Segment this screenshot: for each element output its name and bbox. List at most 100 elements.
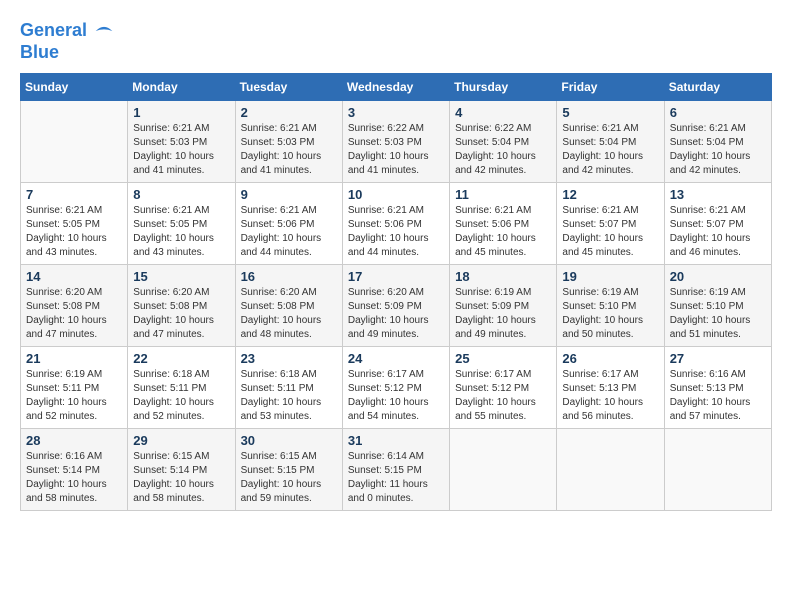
- calendar-week-1: 1Sunrise: 6:21 AM Sunset: 5:03 PM Daylig…: [21, 101, 772, 183]
- day-info: Sunrise: 6:21 AM Sunset: 5:07 PM Dayligh…: [562, 204, 658, 260]
- day-info: Sunrise: 6:21 AM Sunset: 5:06 PM Dayligh…: [455, 204, 551, 260]
- day-info: Sunrise: 6:17 AM Sunset: 5:12 PM Dayligh…: [455, 368, 551, 424]
- calendar-cell: 6 Sunrise: 6:21 AM Sunset: 5:04 PM Daylig…: [664, 101, 771, 183]
- day-info: Sunrise: 6:16 AM Sunset: 5:13 PM Dayligh…: [670, 368, 766, 424]
- calendar-cell: 21 Sunrise: 6:19 AM Sunset: 5:11 PM Dayli…: [21, 347, 128, 429]
- day-info: Sunrise: 6:14 AM Sunset: 5:15 PM Dayligh…: [348, 450, 444, 506]
- day-header-tuesday: Tuesday: [235, 74, 342, 101]
- calendar-table: SundayMondayTuesdayWednesdayThursdayFrid…: [20, 73, 772, 511]
- day-info: Sunrise: 6:22 AM Sunset: 5:03 PM Dayligh…: [348, 122, 444, 178]
- calendar-cell: 30 Sunrise: 6:15 AM Sunset: 5:15 PM Dayli…: [235, 429, 342, 511]
- day-info: Sunrise: 6:21 AM Sunset: 5:04 PM Dayligh…: [670, 122, 766, 178]
- day-info: Sunrise: 6:21 AM Sunset: 5:07 PM Dayligh…: [670, 204, 766, 260]
- calendar-week-3: 14 Sunrise: 6:20 AM Sunset: 5:08 PM Dayli…: [21, 265, 772, 347]
- day-info: Sunrise: 6:19 AM Sunset: 5:09 PM Dayligh…: [455, 286, 551, 342]
- day-info: Sunrise: 6:21 AM Sunset: 5:05 PM Dayligh…: [133, 204, 229, 260]
- day-header-thursday: Thursday: [450, 74, 557, 101]
- day-header-saturday: Saturday: [664, 74, 771, 101]
- day-info: Sunrise: 6:22 AM Sunset: 5:04 PM Dayligh…: [455, 122, 551, 178]
- day-number: 9: [241, 187, 337, 202]
- day-info: Sunrise: 6:19 AM Sunset: 5:10 PM Dayligh…: [562, 286, 658, 342]
- day-header-sunday: Sunday: [21, 74, 128, 101]
- calendar-cell: [450, 429, 557, 511]
- day-number: 20: [670, 269, 766, 284]
- calendar-cell: 7Sunrise: 6:21 AM Sunset: 5:05 PM Daylig…: [21, 183, 128, 265]
- day-number: 30: [241, 433, 337, 448]
- calendar-cell: 4 Sunrise: 6:22 AM Sunset: 5:04 PM Daylig…: [450, 101, 557, 183]
- day-number: 23: [241, 351, 337, 366]
- day-info: Sunrise: 6:17 AM Sunset: 5:13 PM Dayligh…: [562, 368, 658, 424]
- day-info: Sunrise: 6:17 AM Sunset: 5:12 PM Dayligh…: [348, 368, 444, 424]
- day-info: Sunrise: 6:19 AM Sunset: 5:10 PM Dayligh…: [670, 286, 766, 342]
- calendar-cell: 3 Sunrise: 6:22 AM Sunset: 5:03 PM Daylig…: [342, 101, 449, 183]
- calendar-cell: 17 Sunrise: 6:20 AM Sunset: 5:09 PM Dayli…: [342, 265, 449, 347]
- calendar-body: 1Sunrise: 6:21 AM Sunset: 5:03 PM Daylig…: [21, 101, 772, 511]
- calendar-cell: 11 Sunrise: 6:21 AM Sunset: 5:06 PM Dayli…: [450, 183, 557, 265]
- calendar-week-2: 7Sunrise: 6:21 AM Sunset: 5:05 PM Daylig…: [21, 183, 772, 265]
- calendar-cell: 8 Sunrise: 6:21 AM Sunset: 5:05 PM Daylig…: [128, 183, 235, 265]
- day-info: Sunrise: 6:21 AM Sunset: 5:03 PM Dayligh…: [133, 122, 229, 178]
- day-number: 21: [26, 351, 122, 366]
- calendar-cell: 20 Sunrise: 6:19 AM Sunset: 5:10 PM Dayli…: [664, 265, 771, 347]
- calendar-cell: 14 Sunrise: 6:20 AM Sunset: 5:08 PM Dayli…: [21, 265, 128, 347]
- day-info: Sunrise: 6:18 AM Sunset: 5:11 PM Dayligh…: [133, 368, 229, 424]
- calendar-cell: 28Sunrise: 6:16 AM Sunset: 5:14 PM Dayli…: [21, 429, 128, 511]
- day-header-friday: Friday: [557, 74, 664, 101]
- day-number: 29: [133, 433, 229, 448]
- calendar-cell: 13Sunrise: 6:21 AM Sunset: 5:07 PM Dayli…: [664, 183, 771, 265]
- day-info: Sunrise: 6:21 AM Sunset: 5:03 PM Dayligh…: [241, 122, 337, 178]
- day-number: 5: [562, 105, 658, 120]
- logo-blue: Blue: [20, 42, 59, 62]
- calendar-cell: 19 Sunrise: 6:19 AM Sunset: 5:10 PM Dayli…: [557, 265, 664, 347]
- day-number: 12: [562, 187, 658, 202]
- day-info: Sunrise: 6:18 AM Sunset: 5:11 PM Dayligh…: [241, 368, 337, 424]
- calendar-cell: [664, 429, 771, 511]
- calendar-cell: 27 Sunrise: 6:16 AM Sunset: 5:13 PM Dayli…: [664, 347, 771, 429]
- calendar-cell: 9 Sunrise: 6:21 AM Sunset: 5:06 PM Daylig…: [235, 183, 342, 265]
- day-number: 4: [455, 105, 551, 120]
- day-info: Sunrise: 6:20 AM Sunset: 5:08 PM Dayligh…: [26, 286, 122, 342]
- calendar-cell: 5 Sunrise: 6:21 AM Sunset: 5:04 PM Daylig…: [557, 101, 664, 183]
- calendar-cell: [21, 101, 128, 183]
- day-number: 3: [348, 105, 444, 120]
- day-info: Sunrise: 6:21 AM Sunset: 5:05 PM Dayligh…: [26, 204, 122, 260]
- day-number: 8: [133, 187, 229, 202]
- calendar-cell: [557, 429, 664, 511]
- day-info: Sunrise: 6:20 AM Sunset: 5:09 PM Dayligh…: [348, 286, 444, 342]
- calendar-cell: 25 Sunrise: 6:17 AM Sunset: 5:12 PM Dayli…: [450, 347, 557, 429]
- day-number: 26: [562, 351, 658, 366]
- day-number: 2: [241, 105, 337, 120]
- day-number: 15: [133, 269, 229, 284]
- calendar-header-row: SundayMondayTuesdayWednesdayThursdayFrid…: [21, 74, 772, 101]
- day-number: 16: [241, 269, 337, 284]
- day-header-monday: Monday: [128, 74, 235, 101]
- calendar-cell: 15Sunrise: 6:20 AM Sunset: 5:08 PM Dayli…: [128, 265, 235, 347]
- day-info: Sunrise: 6:21 AM Sunset: 5:06 PM Dayligh…: [241, 204, 337, 260]
- day-info: Sunrise: 6:21 AM Sunset: 5:04 PM Dayligh…: [562, 122, 658, 178]
- day-number: 18: [455, 269, 551, 284]
- day-info: Sunrise: 6:19 AM Sunset: 5:11 PM Dayligh…: [26, 368, 122, 424]
- day-number: 6: [670, 105, 766, 120]
- calendar-cell: 26 Sunrise: 6:17 AM Sunset: 5:13 PM Dayli…: [557, 347, 664, 429]
- calendar-cell: 2 Sunrise: 6:21 AM Sunset: 5:03 PM Daylig…: [235, 101, 342, 183]
- day-number: 31: [348, 433, 444, 448]
- day-number: 11: [455, 187, 551, 202]
- day-info: Sunrise: 6:16 AM Sunset: 5:14 PM Dayligh…: [26, 450, 122, 506]
- day-number: 24: [348, 351, 444, 366]
- day-number: 17: [348, 269, 444, 284]
- day-info: Sunrise: 6:15 AM Sunset: 5:15 PM Dayligh…: [241, 450, 337, 506]
- day-number: 14: [26, 269, 122, 284]
- day-info: Sunrise: 6:20 AM Sunset: 5:08 PM Dayligh…: [241, 286, 337, 342]
- calendar-cell: 12 Sunrise: 6:21 AM Sunset: 5:07 PM Dayli…: [557, 183, 664, 265]
- logo-general: General: [20, 20, 87, 40]
- calendar-cell: 31 Sunrise: 6:14 AM Sunset: 5:15 PM Dayli…: [342, 429, 449, 511]
- calendar-cell: 16 Sunrise: 6:20 AM Sunset: 5:08 PM Dayli…: [235, 265, 342, 347]
- day-info: Sunrise: 6:21 AM Sunset: 5:06 PM Dayligh…: [348, 204, 444, 260]
- day-header-wednesday: Wednesday: [342, 74, 449, 101]
- day-number: 25: [455, 351, 551, 366]
- calendar-cell: 10Sunrise: 6:21 AM Sunset: 5:06 PM Dayli…: [342, 183, 449, 265]
- calendar-cell: 18 Sunrise: 6:19 AM Sunset: 5:09 PM Dayli…: [450, 265, 557, 347]
- day-number: 27: [670, 351, 766, 366]
- day-number: 19: [562, 269, 658, 284]
- logo: General Blue: [20, 20, 114, 63]
